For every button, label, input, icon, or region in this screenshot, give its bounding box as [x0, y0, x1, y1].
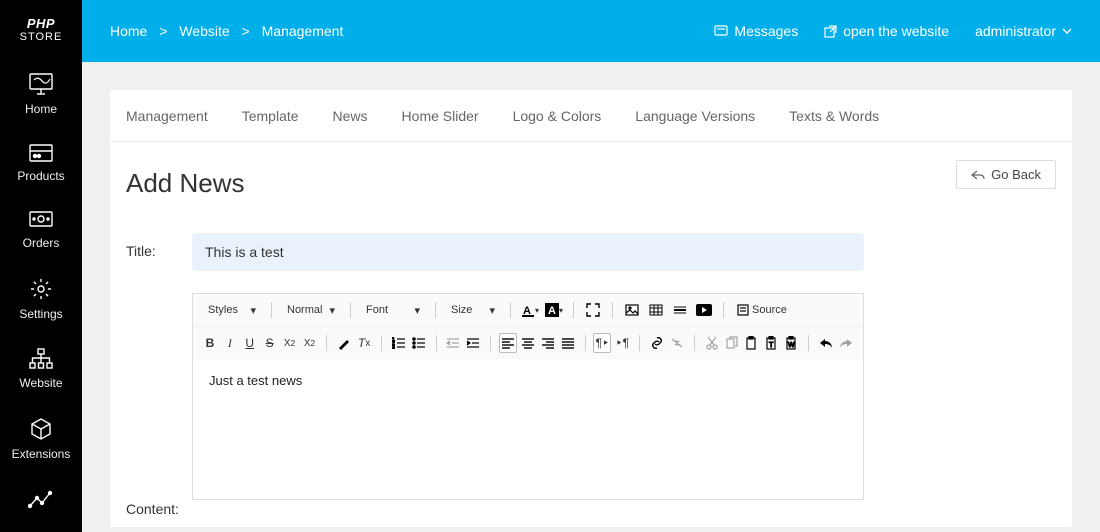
sidebar-item-label: Orders — [23, 236, 60, 250]
bullist-button[interactable] — [410, 333, 428, 353]
message-icon — [714, 25, 728, 37]
copy-button[interactable] — [723, 333, 741, 353]
tab-texts-words[interactable]: Texts & Words — [789, 108, 879, 124]
format-dropdown[interactable]: Normal▾ — [280, 301, 342, 320]
logo: PHP STORE — [0, 0, 82, 57]
link-button[interactable] — [648, 333, 666, 353]
user-label: administrator — [975, 23, 1056, 39]
chevron-down-icon — [1062, 28, 1072, 34]
back-icon — [971, 170, 985, 180]
size-dropdown[interactable]: Size▾ — [444, 301, 502, 320]
sidebar-item-home[interactable]: Home — [0, 57, 82, 128]
crumb-website[interactable]: Website — [179, 23, 229, 39]
sidebar-item-settings[interactable]: Settings — [0, 262, 82, 333]
monitor-icon — [28, 72, 54, 96]
sidebar-item-label: Settings — [19, 307, 62, 321]
hr-button[interactable] — [669, 300, 691, 320]
font-dropdown[interactable]: Font▾ — [359, 301, 427, 320]
bold-button[interactable]: B — [201, 333, 219, 353]
open-website-link[interactable]: open the website — [824, 23, 949, 39]
cube-icon — [29, 417, 53, 441]
svg-text:T: T — [769, 342, 774, 349]
highlight-button[interactable] — [335, 333, 353, 353]
aligncenter-button[interactable] — [519, 333, 537, 353]
svg-text:W: W — [788, 342, 795, 349]
numlist-button[interactable]: 123 — [390, 333, 408, 353]
pasteword-button[interactable]: W — [782, 333, 800, 353]
sidebar-item-products[interactable]: Products — [0, 128, 82, 195]
pastetext-button[interactable]: T — [762, 333, 780, 353]
strike-button[interactable]: S — [261, 333, 279, 353]
cash-icon — [28, 210, 54, 230]
maximize-button[interactable] — [582, 300, 604, 320]
messages-label: Messages — [734, 23, 798, 39]
textcolor-button[interactable]: A▾ — [519, 300, 541, 320]
crumb-management[interactable]: Management — [262, 23, 344, 39]
alignjustify-button[interactable] — [559, 333, 577, 353]
crumb-home[interactable]: Home — [110, 23, 147, 39]
card-icon — [28, 143, 54, 163]
cut-button[interactable] — [703, 333, 721, 353]
tab-management[interactable]: Management — [126, 108, 208, 124]
image-button[interactable] — [621, 300, 643, 320]
svg-text:A: A — [548, 305, 556, 317]
superscript-button[interactable]: X2 — [301, 333, 319, 353]
paste-button[interactable] — [743, 333, 761, 353]
sidebar-item-label: Home — [25, 102, 57, 116]
alignright-button[interactable] — [539, 333, 557, 353]
tab-home-slider[interactable]: Home Slider — [402, 108, 479, 124]
rich-editor: Styles▾ Normal▾ Font▾ Size▾ A▾ A▾ — [192, 293, 864, 500]
user-menu[interactable]: administrator — [975, 23, 1072, 39]
underline-button[interactable]: U — [241, 333, 259, 353]
undo-button[interactable] — [817, 333, 835, 353]
chart-icon — [28, 488, 54, 510]
alignleft-button[interactable] — [499, 333, 517, 353]
gear-icon — [29, 277, 53, 301]
content-label: Content: — [126, 271, 192, 517]
sidebar-item-analytics[interactable] — [0, 473, 82, 510]
redo-button[interactable] — [837, 333, 855, 353]
logo-line1: PHP — [0, 16, 82, 31]
tab-news[interactable]: News — [333, 108, 368, 124]
go-back-button[interactable]: Go Back — [956, 160, 1056, 189]
sidebar-item-extensions[interactable]: Extensions — [0, 402, 82, 473]
styles-dropdown[interactable]: Styles▾ — [201, 301, 263, 320]
table-button[interactable] — [645, 300, 667, 320]
sidebar-item-label: Extensions — [12, 447, 71, 461]
source-button[interactable]: Source — [732, 300, 792, 320]
editor-body[interactable]: Just a test news — [193, 359, 863, 499]
logo-line2: STORE — [0, 31, 82, 43]
tabs: Management Template News Home Slider Log… — [110, 90, 1072, 142]
sidebar-item-orders[interactable]: Orders — [0, 195, 82, 262]
open-website-label: open the website — [843, 23, 949, 39]
youtube-button[interactable] — [693, 300, 715, 320]
tab-template[interactable]: Template — [242, 108, 299, 124]
italic-button[interactable]: I — [221, 333, 239, 353]
unlink-button[interactable] — [668, 333, 686, 353]
page-title: Add News — [126, 168, 1056, 199]
tab-language-versions[interactable]: Language Versions — [635, 108, 755, 124]
svg-text:3: 3 — [392, 345, 395, 349]
ltr-button[interactable]: ¶‣ — [593, 333, 611, 353]
external-icon — [824, 25, 837, 38]
sidebar-item-website[interactable]: Website — [0, 333, 82, 402]
title-label: Title: — [126, 233, 192, 259]
go-back-label: Go Back — [991, 167, 1041, 182]
sidebar-item-label: Products — [17, 169, 64, 183]
sidebar-item-label: Website — [19, 376, 62, 390]
subscript-button[interactable]: X2 — [281, 333, 299, 353]
rtl-button[interactable]: ‣¶ — [613, 333, 631, 353]
removeformat-button[interactable]: Tx — [355, 333, 373, 353]
breadcrumb: Home > Website > Management — [110, 23, 351, 39]
outdent-button[interactable] — [444, 333, 462, 353]
sitemap-icon — [28, 348, 54, 370]
topbar: Home > Website > Management Messages ope… — [82, 0, 1100, 62]
title-input[interactable] — [192, 233, 864, 271]
indent-button[interactable] — [464, 333, 482, 353]
crumb-sep: > — [159, 23, 167, 39]
crumb-sep: > — [242, 23, 250, 39]
messages-link[interactable]: Messages — [714, 23, 798, 39]
tab-logo-colors[interactable]: Logo & Colors — [513, 108, 602, 124]
bgcolor-button[interactable]: A▾ — [543, 300, 565, 320]
